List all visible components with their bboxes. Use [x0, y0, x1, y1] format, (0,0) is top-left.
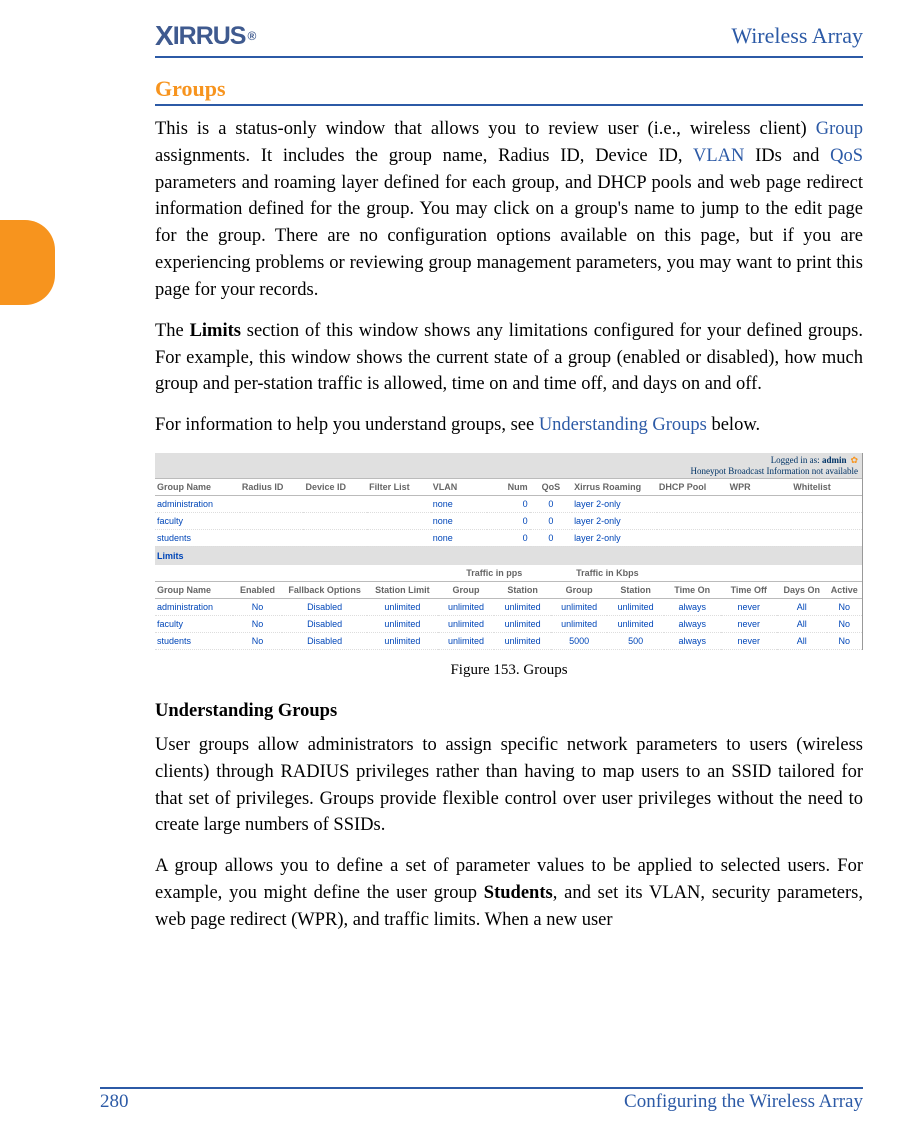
- limits-paragraph: The Limits section of this window shows …: [155, 318, 863, 398]
- see-also-paragraph: For information to help you understand g…: [155, 412, 863, 439]
- col-roaming: Xirrus Roaming: [572, 478, 657, 495]
- figure-limits-table: Traffic in pps Traffic in Kbps Group Nam…: [155, 565, 862, 650]
- link-qos[interactable]: QoS: [830, 146, 863, 166]
- col-dhcp: DHCP Pool: [657, 478, 728, 495]
- table-row: students none 0 0 layer 2-only: [155, 529, 862, 546]
- limits-group-header-row: Traffic in pps Traffic in Kbps: [155, 565, 862, 582]
- col-group-name: Group Name: [155, 478, 240, 495]
- col-traffic-kbps: Traffic in Kbps: [551, 565, 664, 582]
- table-row: administration No Disabled unlimited unl…: [155, 598, 862, 615]
- section-heading-groups: Groups: [155, 76, 863, 106]
- subheading-understanding-groups: Understanding Groups: [155, 701, 863, 722]
- col-num: Num: [487, 478, 529, 495]
- col-device-id: Device ID: [303, 478, 367, 495]
- brand-logo: XIRRUS®: [155, 20, 255, 52]
- col-whitelist: Whitelist: [791, 478, 862, 495]
- header-title: Wireless Array: [731, 23, 863, 49]
- logo-rest: RRUS: [179, 22, 246, 51]
- limits-section-row: Limits: [155, 546, 862, 565]
- figure-caption: Figure 153. Groups: [155, 662, 863, 679]
- side-tab: [0, 220, 55, 305]
- gear-icon: ✿: [850, 455, 858, 465]
- logo-x: X: [155, 20, 173, 52]
- bold-students: Students: [484, 883, 553, 903]
- col-wpr: WPR: [728, 478, 792, 495]
- col-vlan: VLAN: [431, 478, 488, 495]
- table-header-row: Group Name Radius ID Device ID Filter Li…: [155, 478, 862, 495]
- figure-username: admin: [822, 455, 847, 465]
- table-row: faculty none 0 0 layer 2-only: [155, 512, 862, 529]
- col-radius-id: Radius ID: [240, 478, 304, 495]
- cell-group-name[interactable]: faculty: [155, 512, 240, 529]
- cell-group-name[interactable]: students: [155, 529, 240, 546]
- intro-paragraph: This is a status-only window that allows…: [155, 116, 863, 304]
- figure-groups-table: Group Name Radius ID Device ID Filter Li…: [155, 478, 862, 565]
- link-vlan[interactable]: VLAN: [693, 146, 744, 166]
- table-row: administration none 0 0 layer 2-only: [155, 495, 862, 512]
- bold-limits: Limits: [190, 321, 241, 341]
- col-traffic-pps: Traffic in pps: [438, 565, 551, 582]
- figure-login-bar: Logged in as: admin✿: [155, 453, 862, 466]
- table-row: students No Disabled unlimited unlimited…: [155, 632, 862, 649]
- understanding-paragraph: User groups allow administrators to assi…: [155, 732, 863, 839]
- figure-groups-screenshot: Logged in as: admin✿ Honeypot Broadcast …: [155, 453, 863, 650]
- figure-honeypot-msg: Honeypot Broadcast Information not avail…: [155, 466, 862, 478]
- link-group[interactable]: Group: [816, 119, 863, 139]
- table-row: faculty No Disabled unlimited unlimited …: [155, 615, 862, 632]
- logo-reg: ®: [247, 29, 255, 43]
- link-understanding-groups[interactable]: Understanding Groups: [539, 415, 707, 435]
- group-definition-paragraph: A group allows you to define a set of pa…: [155, 853, 863, 933]
- cell-group-name[interactable]: administration: [155, 495, 240, 512]
- page-number: 280: [100, 1091, 129, 1113]
- col-filter-list: Filter List: [367, 478, 431, 495]
- col-qos: QoS: [530, 478, 572, 495]
- limits-header-row: Group Name Enabled Fallback Options Stat…: [155, 581, 862, 598]
- footer-label: Configuring the Wireless Array: [624, 1091, 863, 1113]
